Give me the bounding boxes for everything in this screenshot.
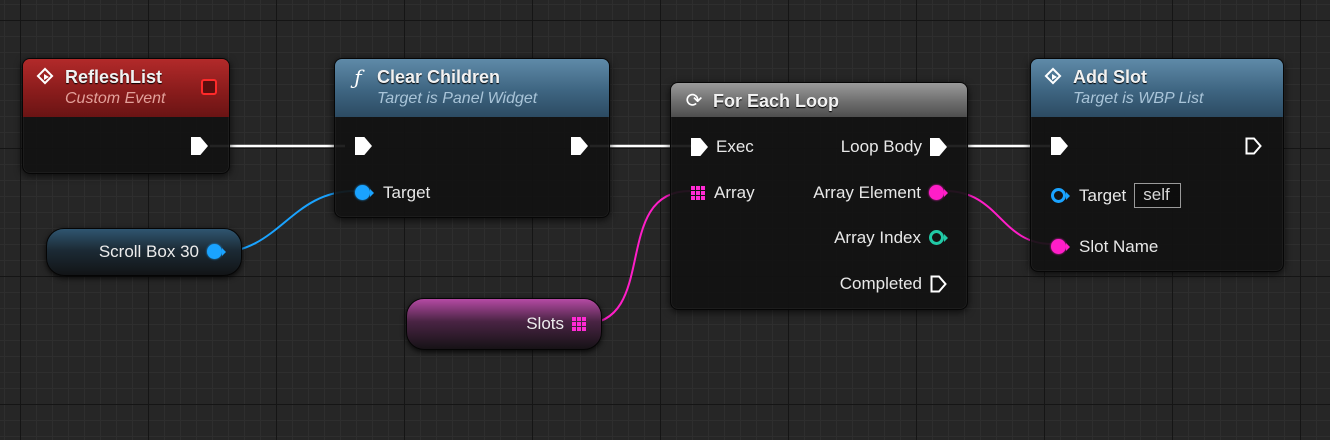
variable-label: Slots [526,314,564,333]
node-title: Add Slot [1073,66,1147,87]
int-pin-icon[interactable] [929,230,949,246]
slots-variable-node[interactable]: Slots [406,298,602,350]
exec-out-row[interactable] [571,137,588,155]
array-index-row[interactable]: Array Index [826,228,949,248]
exec-out-hollow-pin-icon[interactable] [1245,137,1262,155]
clear-children-header[interactable]: ƒ Clear Children Target is Panel Widget [335,59,609,117]
pin-label: Loop Body [840,137,922,156]
for-each-loop-node[interactable]: ⟳ For Each Loop Exec Array Loop Body Arr… [670,82,968,310]
array-element-row[interactable]: Array Element [805,183,949,203]
loop-body-row[interactable]: Loop Body [833,137,947,157]
delegate-pin-icon[interactable] [201,79,217,95]
exec-out-pin-icon[interactable] [571,137,588,155]
node-subtitle: Custom Event [65,90,166,107]
exec-out-row[interactable] [1245,137,1262,155]
pin-label: Array Element [813,183,921,202]
array-pin-icon[interactable] [691,185,706,201]
pin-label: Array [714,183,755,202]
target-pin-row[interactable]: Target [355,183,438,203]
custom-event-node[interactable]: RefleshList Custom Event [22,58,230,174]
exec-in-row[interactable] [1051,137,1068,155]
object-pin-icon[interactable] [207,244,227,260]
event-diamond-icon [1043,66,1065,88]
node-subtitle: Target is WBP List [1073,90,1204,107]
exec-in-pin-icon[interactable] [1051,137,1068,155]
slot-name-pin-row[interactable]: Slot Name [1051,237,1166,257]
add-slot-node[interactable]: Add Slot Target is WBP List Target self … [1030,58,1284,272]
array-pin-row[interactable]: Array [691,183,763,203]
blueprint-graph[interactable]: RefleshList Custom Event ƒ Clear Childre… [0,0,1330,440]
loop-icon: ⟳ [685,90,703,112]
object-pin-icon[interactable] [355,185,375,201]
scroll-box-variable-node[interactable]: Scroll Box 30 [46,228,242,276]
exec-out-hollow-pin-icon[interactable] [930,275,947,293]
variable-label: Scroll Box 30 [98,242,199,261]
add-slot-header[interactable]: Add Slot Target is WBP List [1031,59,1283,117]
node-subtitle: Target is Panel Widget [377,90,538,107]
target-default-field[interactable]: self [1134,183,1181,208]
pin-label: Exec [716,137,754,156]
exec-in-row[interactable]: Exec [691,137,762,157]
pin-label: Array Index [834,228,921,247]
pin-label: Target [1079,185,1127,205]
exec-out-pin-icon[interactable] [191,137,208,155]
completed-row[interactable]: Completed [832,274,947,294]
function-icon: ƒ [354,65,362,89]
name-pin-icon[interactable] [1051,239,1071,255]
for-each-header[interactable]: ⟳ For Each Loop [671,83,967,117]
exec-in-pin-icon[interactable] [691,138,708,156]
target-pin-row[interactable]: Target self [1051,183,1181,208]
node-title: RefleshList [65,66,163,87]
exec-in-row[interactable] [355,137,372,155]
custom-event-header[interactable]: RefleshList Custom Event [23,59,229,117]
pin-label: Target [383,183,431,202]
object-pin-hollow-icon[interactable] [1051,187,1071,204]
pin-label: Completed [839,274,922,293]
node-title: For Each Loop [713,90,839,111]
node-title: Clear Children [377,66,501,87]
clear-children-node[interactable]: ƒ Clear Children Target is Panel Widget … [334,58,610,218]
array-pin-icon[interactable] [572,316,587,332]
exec-in-pin-icon[interactable] [355,137,372,155]
event-exec-out-row[interactable] [191,137,208,155]
name-pin-icon[interactable] [929,185,949,201]
event-diamond-icon [35,66,57,88]
pin-label: Slot Name [1079,237,1159,256]
exec-out-pin-icon[interactable] [930,138,947,156]
